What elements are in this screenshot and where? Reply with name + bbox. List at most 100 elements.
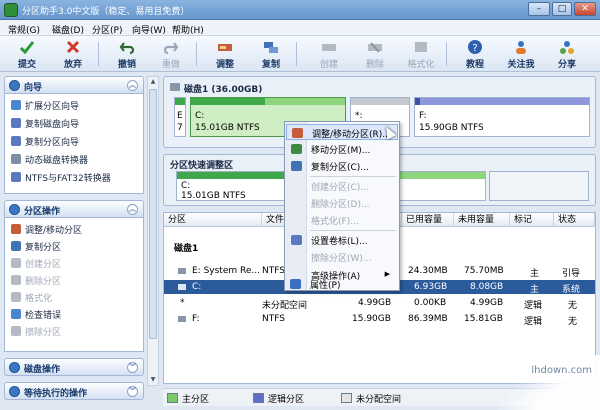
wizard-icon xyxy=(9,80,20,91)
toolbar: 提交 放弃 撤销 重做 调整 复制 创建 删除 格式化 ? 教程 关注我 分享 xyxy=(0,36,600,72)
partition-ops-panel-body: 调整/移动分区 复制分区 创建分区 删除分区 格式化 检查错误 擦除分区 xyxy=(4,218,144,352)
create-button[interactable]: 创建 xyxy=(312,38,346,70)
context-item-label: 擦除分区(W)... xyxy=(311,254,372,264)
partition-ops-panel-header[interactable]: 分区操作 ︽ xyxy=(4,200,144,218)
menu-disk[interactable]: 磁盘(D) xyxy=(52,23,84,36)
partition-size: 15.01GB NTFS xyxy=(195,123,260,133)
column-header-status[interactable]: 状态 xyxy=(554,213,595,227)
wizard-item-icon xyxy=(11,100,21,110)
column-header-used[interactable]: 已用容量 xyxy=(402,213,454,227)
cell-unused: 15.81GB xyxy=(464,314,503,324)
toolbar-separator xyxy=(446,42,447,66)
context-item-label: 格式化(F)... xyxy=(311,217,359,227)
cell-unused: 8.08GB xyxy=(470,282,504,292)
discard-button[interactable]: 放弃 xyxy=(56,38,90,70)
drive-icon xyxy=(178,284,186,290)
copy-button[interactable]: 复制 xyxy=(254,38,288,70)
minimize-button[interactable]: – xyxy=(528,2,550,16)
app-icon xyxy=(4,3,18,17)
sidebar-item-label: 复制分区 xyxy=(25,243,62,253)
share-button[interactable]: 分享 xyxy=(550,38,584,70)
cell-status: 引导 xyxy=(562,269,581,279)
close-button[interactable]: ✕ xyxy=(574,2,596,16)
sidebar-item-label: 擦除分区 xyxy=(25,328,62,338)
column-header-flag[interactable]: 标记 xyxy=(510,213,554,227)
menu-general[interactable]: 常规(G) xyxy=(8,23,40,36)
table-row[interactable]: * 未分配空间 4.99GB 0.00KB 4.99GB 逻辑 无 xyxy=(164,296,595,311)
format-button[interactable]: 格式化 xyxy=(404,38,438,70)
sidebar-item-label: 检查错误 xyxy=(25,311,62,321)
wipe-icon xyxy=(11,326,21,336)
sidebar-item-label: 删除分区 xyxy=(25,277,62,287)
partition-block-f[interactable]: F: 15.90GB NTFS xyxy=(414,97,590,137)
quick-adjust-remainder[interactable] xyxy=(489,171,589,201)
redo-button[interactable]: 重做 xyxy=(154,38,188,70)
tutorial-label: 教程 xyxy=(465,60,484,70)
partition-size: 7 xyxy=(177,123,183,133)
column-header-partition[interactable]: 分区 xyxy=(164,213,262,227)
watermark: lhdown.com xyxy=(498,355,600,410)
submit-button[interactable]: 提交 xyxy=(10,38,44,70)
disk-map-title: 磁盘1 (36.00GB) xyxy=(184,85,263,95)
context-item-label: 属性(P) xyxy=(310,281,341,291)
menu-wizard[interactable]: 向导(W) xyxy=(132,23,166,36)
chevron-up-icon[interactable]: ︽ xyxy=(127,204,138,215)
scroll-thumb[interactable] xyxy=(149,89,157,339)
context-item-label: 移动分区(M)... xyxy=(311,146,371,156)
pending-ops-panel-title: 等待执行的操作 xyxy=(24,389,88,399)
chevron-up-icon[interactable]: ︽ xyxy=(127,80,138,91)
cell-flag: 逻辑 xyxy=(524,317,543,327)
context-item-move[interactable]: 移动分区(M)... xyxy=(286,141,398,157)
sidebar-item-label: 复制磁盘向导 xyxy=(25,120,80,130)
resize-button[interactable]: 调整 xyxy=(208,38,242,70)
cell-status: 系统 xyxy=(562,285,581,295)
follow-button[interactable]: 关注我 xyxy=(504,38,538,70)
context-item-set-label[interactable]: 设置卷标(L)... xyxy=(286,232,398,248)
wizard-panel-header[interactable]: 向导 ︽ xyxy=(4,76,144,94)
wizard-panel-body: 扩展分区向导 复制磁盘向导 复制分区向导 动态磁盘转换器 NTFS与FAT32转… xyxy=(4,94,144,194)
disk-ops-panel-header[interactable]: 磁盘操作 ︾ xyxy=(4,358,144,376)
format-label: 格式化 xyxy=(407,60,435,70)
cell-used: 6.93GB xyxy=(414,282,448,292)
table-row[interactable]: F: NTFS 15.90GB 86.39MB 15.81GB 逻辑 无 xyxy=(164,312,595,327)
context-item-copy[interactable]: 复制分区(C)... xyxy=(286,158,398,174)
resize-icon xyxy=(11,224,21,234)
sidebar-item-label: 动态磁盘转换器 xyxy=(25,156,89,166)
move-icon xyxy=(291,144,302,154)
menu-help[interactable]: 帮助(H) xyxy=(172,23,204,36)
context-item-resize-move[interactable]: 调整/移动分区(R)... xyxy=(286,124,398,140)
pending-ops-panel-header[interactable]: 等待执行的操作 ︾ xyxy=(4,382,144,400)
chevron-down-icon[interactable]: ︾ xyxy=(127,362,138,373)
scroll-up-icon[interactable]: ▲ xyxy=(148,77,158,87)
quick-partition-size: 15.01GB NTFS xyxy=(181,191,246,201)
context-item-create[interactable]: 创建分区(C)... xyxy=(286,178,398,194)
partition-free-bar xyxy=(420,98,589,105)
resize-icon xyxy=(218,44,232,51)
column-header-unused[interactable]: 未用容量 xyxy=(454,213,510,227)
cell-partition: * xyxy=(180,298,185,308)
cell-status: 无 xyxy=(568,317,578,327)
tutorial-button[interactable]: ? 教程 xyxy=(458,38,492,70)
context-item-delete[interactable]: 删除分区(D)... xyxy=(286,195,398,211)
context-item-format[interactable]: 格式化(F)... xyxy=(286,212,398,228)
menu-partition[interactable]: 分区(P) xyxy=(92,23,122,36)
wizard-item-icon xyxy=(11,118,21,128)
check-errors-icon xyxy=(11,309,21,319)
wizard-panel-title: 向导 xyxy=(24,83,43,93)
sidebar-scrollbar[interactable]: ▲ ▼ xyxy=(147,76,159,386)
cell-unused: 4.99GB xyxy=(470,298,504,308)
scroll-down-icon[interactable]: ▼ xyxy=(148,375,158,385)
delete-icon xyxy=(11,275,21,285)
undo-button[interactable]: 撤销 xyxy=(110,38,144,70)
maximize-button[interactable]: □ xyxy=(552,2,572,16)
context-item-wipe[interactable]: 擦除分区(W)... xyxy=(286,249,398,265)
partition-block-e[interactable]: E 7 xyxy=(174,97,186,137)
check-icon xyxy=(19,41,35,55)
delete-button[interactable]: 删除 xyxy=(358,38,392,70)
share-icon xyxy=(560,41,574,54)
chevron-down-icon[interactable]: ︾ xyxy=(127,386,138,397)
legend-label: 未分配空间 xyxy=(356,395,402,405)
partition-name: *: xyxy=(355,111,363,121)
context-item-properties[interactable]: 属性(P) xyxy=(285,276,397,292)
legend-swatch xyxy=(341,393,352,403)
